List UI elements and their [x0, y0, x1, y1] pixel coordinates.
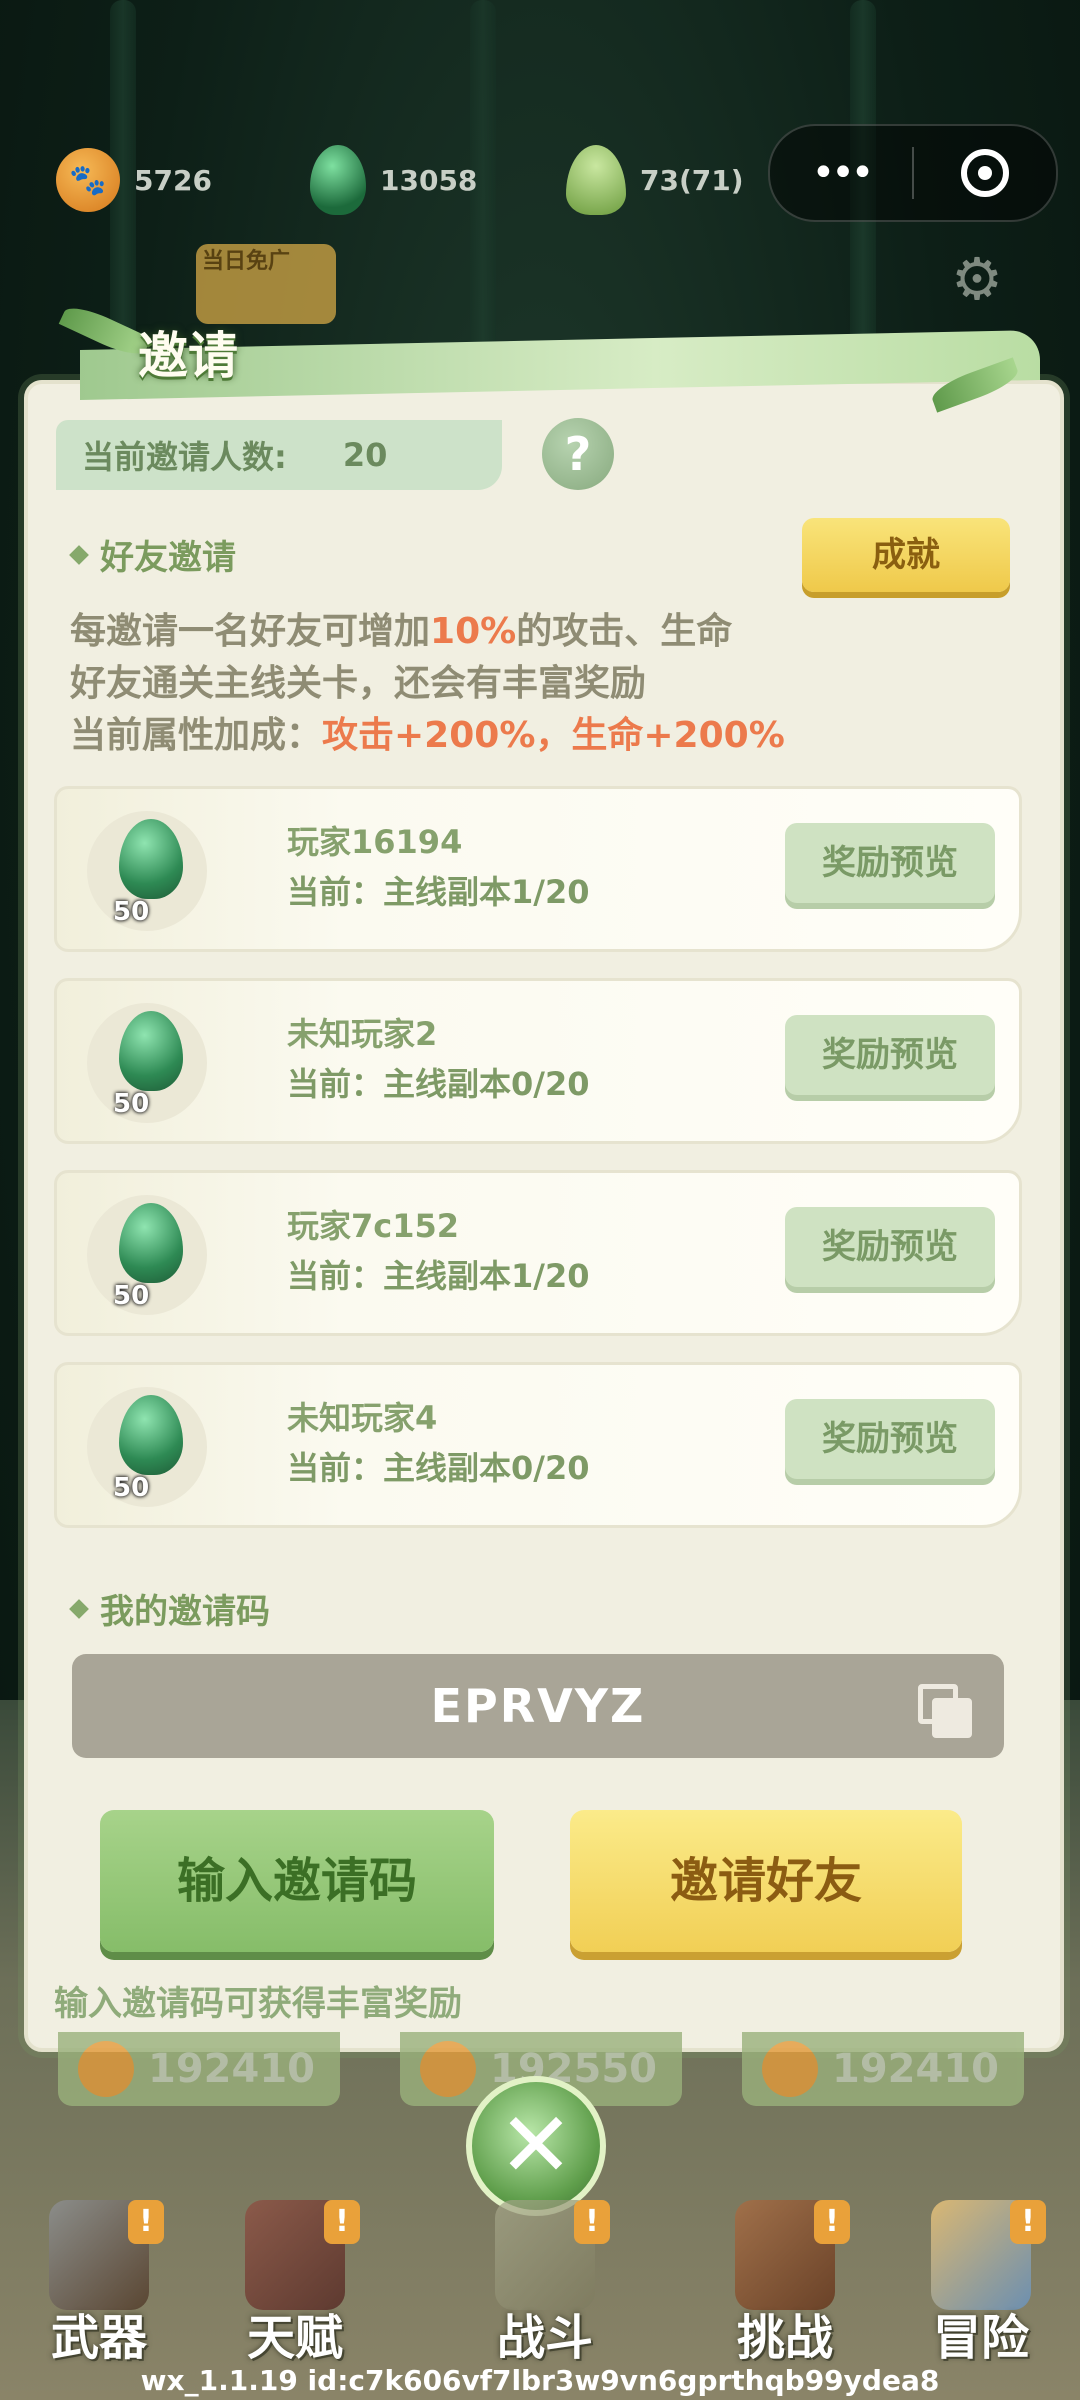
invite-code-field: EPRVYZ [72, 1654, 1004, 1758]
version-footer: wx_1.1.19 id:c7k606vf7lbr3w9vn6gprthqb99… [140, 2364, 940, 2397]
miniprogram-capsule: ••• [768, 124, 1058, 222]
reward-preview-button[interactable]: 奖励预览 [785, 823, 995, 903]
invite-code-heading-text: 我的邀请码 [100, 1592, 270, 1632]
desc3-highlight: 攻击+200%，生命+200% [322, 715, 785, 756]
friend-invite-heading: 好友邀请 [69, 530, 236, 579]
enter-invite-code-button[interactable]: 输入邀请码 [100, 1810, 494, 1952]
achievement-button[interactable]: 成就 [802, 518, 1010, 592]
nav-label: 挑战 [736, 2310, 833, 2366]
coin-amount: 5726 [134, 163, 212, 197]
friend-name: 未知玩家2 [287, 1015, 438, 1053]
nav-weapon[interactable]: ! 武器 [4, 2180, 194, 2380]
description-line-1: 每邀请一名好友可增加10%的攻击、生命 [70, 602, 732, 654]
hidden-reward-strip: 192410 [58, 2032, 340, 2106]
alert-badge: ! [814, 2200, 850, 2244]
bottom-navigation: ! 武器 ! 天赋 ! 战斗 ! 挑战 ! 冒险 [0, 2180, 1080, 2380]
invite-count-value: 20 [342, 436, 388, 474]
reward-preview-button[interactable]: 奖励预览 [785, 1399, 995, 1479]
description-line-3: 当前属性加成：攻击+200%，生命+200% [70, 706, 785, 758]
daily-ad-free-badge[interactable]: 当日免广 [196, 244, 336, 324]
friend-progress: 当前：主线副本1/20 [287, 873, 590, 911]
reward-preview-button[interactable]: 奖励预览 [785, 1207, 995, 1287]
friend-card: 50 未知玩家4 当前：主线副本0/20 奖励预览 [54, 1362, 1022, 1528]
paw-coin-icon [78, 2041, 134, 2097]
diamond-bullet-icon [69, 544, 89, 565]
green-gem-icon [310, 145, 366, 215]
alert-badge: ! [128, 2200, 164, 2244]
reward-quantity: 50 [113, 897, 150, 927]
strip-value: 192410 [832, 2046, 999, 2092]
alert-badge: ! [324, 2200, 360, 2244]
nav-label: 武器 [50, 2310, 147, 2366]
gem-counter: 13058 [310, 140, 477, 220]
gem-amount: 13058 [380, 163, 478, 197]
desc1-highlight: 10% [430, 611, 517, 652]
nav-label: 天赋 [246, 2310, 343, 2366]
friend-card: 50 玩家16194 当前：主线副本1/20 奖励预览 [54, 786, 1022, 952]
friend-progress: 当前：主线副本0/20 [287, 1065, 590, 1103]
friend-progress: 当前：主线副本1/20 [287, 1257, 590, 1295]
reward-quantity: 50 [113, 1473, 150, 1503]
coin-counter: 🐾 5726 [56, 140, 212, 220]
invite-hint-text: 输入邀请码可获得丰富奖励 [54, 1984, 462, 2024]
bud-counter: 73(71) [566, 140, 744, 220]
nav-challenge[interactable]: ! 挑战 [690, 2180, 880, 2380]
more-menu-button[interactable]: ••• [770, 150, 912, 196]
close-miniprogram-button[interactable] [914, 149, 1056, 197]
alert-badge: ! [1010, 2200, 1046, 2244]
desc3-a: 当前属性加成： [70, 715, 323, 756]
friend-name: 未知玩家4 [287, 1399, 438, 1437]
settings-gear-icon[interactable]: ⚙ [946, 248, 1008, 310]
friend-name: 玩家16194 [287, 823, 463, 861]
nav-battle[interactable]: ! 战斗 [450, 2180, 640, 2380]
invite-code-heading: 我的邀请码 [69, 1584, 270, 1633]
bamboo-bud-icon [566, 145, 626, 215]
friend-invite-heading-text: 好友邀请 [100, 538, 236, 578]
friend-progress: 当前：主线副本0/20 [287, 1449, 590, 1487]
invite-count-label: 当前邀请人数: [82, 438, 287, 476]
friend-name: 玩家7c152 [287, 1207, 460, 1245]
reward-quantity: 50 [113, 1281, 150, 1311]
paw-coin-icon [420, 2041, 476, 2097]
invite-count-box: 当前邀请人数: 20 [56, 420, 502, 490]
paw-coin-icon [762, 2041, 818, 2097]
desc1-b: 的攻击、生命 [516, 611, 733, 652]
description-line-2: 好友通关主线关卡，还会有丰富奖励 [70, 663, 647, 704]
target-icon [961, 149, 1009, 197]
friend-card: 50 玩家7c152 当前：主线副本1/20 奖励预览 [54, 1170, 1022, 1336]
bud-amount: 73(71) [640, 163, 744, 197]
strip-value: 192410 [148, 2046, 315, 2092]
paw-coin-icon: 🐾 [56, 148, 120, 212]
desc1-a: 每邀请一名好友可增加 [70, 611, 431, 652]
help-question-icon[interactable]: ? [542, 418, 614, 490]
nav-adventure[interactable]: ! 冒险 [886, 2180, 1076, 2380]
panel-title: 邀请 [138, 327, 238, 385]
invite-friends-button[interactable]: 邀请好友 [570, 1810, 962, 1952]
reward-preview-button[interactable]: 奖励预览 [785, 1015, 995, 1095]
copy-icon[interactable] [918, 1684, 972, 1738]
friend-card: 50 未知玩家2 当前：主线副本0/20 奖励预览 [54, 978, 1022, 1144]
reward-quantity: 50 [113, 1089, 150, 1119]
alert-badge: ! [574, 2200, 610, 2244]
nav-label: 冒险 [932, 2310, 1029, 2366]
nav-talent[interactable]: ! 天赋 [200, 2180, 390, 2380]
hidden-reward-strip: 192410 [742, 2032, 1024, 2106]
nav-label: 战斗 [496, 2310, 593, 2366]
diamond-bullet-icon [69, 1598, 89, 1619]
invite-code-value: EPRVYZ [430, 1679, 646, 1733]
